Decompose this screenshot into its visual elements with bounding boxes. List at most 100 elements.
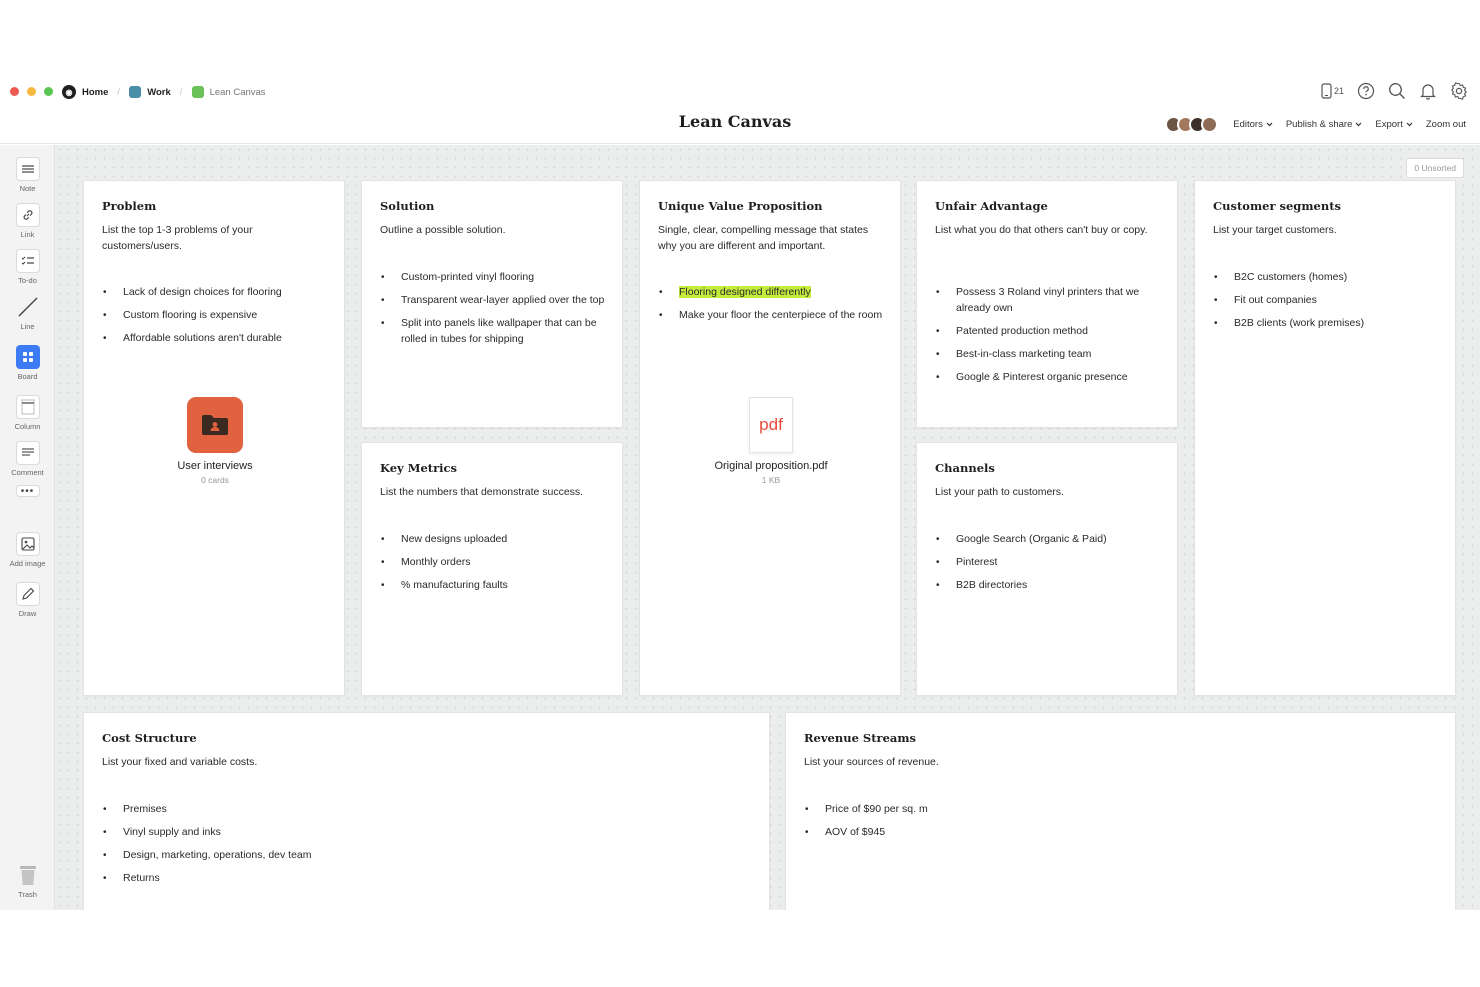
list-item: Patented production method [935, 324, 1163, 340]
list-item: Monthly orders [380, 555, 608, 571]
breadcrumb-separator: / [117, 86, 121, 98]
tool-note[interactable]: Note [0, 157, 55, 193]
list-item: B2B directories [935, 578, 1163, 594]
pencil-icon [15, 582, 40, 606]
card-revenue-streams[interactable]: Revenue Streams List your sources of rev… [785, 712, 1456, 910]
list-item: Possess 3 Roland vinyl printers that we … [935, 285, 1163, 316]
device-count: 21 [1333, 86, 1344, 96]
card-cost-structure[interactable]: Cost Structure List your fixed and varia… [83, 712, 770, 910]
list-item: New designs uploaded [380, 532, 608, 548]
list-item: % manufacturing faults [380, 578, 608, 594]
tool-column[interactable]: Column [0, 395, 55, 431]
trash-button[interactable]: Trash [0, 863, 55, 899]
card-solution[interactable]: Solution Outline a possible solution. Cu… [361, 180, 623, 428]
lean-canvas-board-icon [191, 86, 204, 98]
tool-board[interactable]: Board [0, 345, 55, 381]
list-item: Custom-printed vinyl flooring [380, 270, 608, 286]
breadcrumb-current-label: Lean Canvas [209, 86, 266, 98]
card-list: Possess 3 Roland vinyl printers that we … [935, 285, 1163, 393]
tool-link[interactable]: Link [0, 203, 55, 239]
publish-share-dropdown[interactable]: Publish & share [1286, 119, 1363, 130]
trash-icon [16, 863, 40, 887]
minimize-window-button[interactable] [27, 87, 36, 96]
link-icon [15, 203, 40, 227]
card-title: Unique Value Proposition [658, 199, 823, 213]
line-icon [16, 295, 40, 319]
tool-link-label: Link [20, 230, 35, 239]
card-unfair-advantage[interactable]: Unfair Advantage List what you do that o… [916, 180, 1178, 428]
more-tools-button[interactable]: ••• [0, 485, 55, 497]
help-button[interactable] [1357, 82, 1375, 100]
card-title: Channels [935, 461, 995, 475]
list-item: Vinyl supply and inks [102, 825, 755, 841]
tool-comment-label: Comment [11, 468, 44, 477]
tool-sidebar: Note Link To-do Line Board Column Commen… [0, 145, 55, 910]
card-customer-segments[interactable]: Customer segments List your target custo… [1194, 180, 1456, 696]
tool-add-image[interactable]: Add image [0, 532, 55, 568]
tool-todo-label: To-do [18, 276, 37, 285]
chevron-down-icon [1355, 122, 1362, 127]
export-label: Export [1375, 119, 1403, 130]
tool-note-label: Note [19, 184, 36, 193]
list-item: Pinterest [935, 555, 1163, 571]
card-description: Single, clear, compelling message that s… [658, 224, 869, 252]
card-list: Google Search (Organic & Paid) Pinterest… [935, 532, 1163, 601]
tool-draw-label: Draw [18, 609, 37, 618]
unsorted-button[interactable]: 0 Unsorted [1406, 158, 1464, 178]
card-problem[interactable]: Problem List the top 1-3 problems of you… [83, 180, 345, 696]
pdf-file-icon: pdf [749, 397, 793, 453]
zoom-out-button[interactable]: Zoom out [1426, 119, 1466, 130]
export-dropdown[interactable]: Export [1375, 119, 1413, 130]
breadcrumb-work[interactable]: Work [129, 86, 171, 98]
top-icons: 21 [1321, 82, 1468, 100]
card-list: Custom-printed vinyl flooring Transparen… [380, 270, 608, 355]
tool-board-label: Board [17, 372, 38, 381]
card-description: List the numbers that demonstrate succes… [380, 486, 584, 498]
maximize-window-button[interactable] [44, 87, 53, 96]
tool-draw[interactable]: Draw [0, 582, 55, 618]
collaborator-avatars[interactable] [1165, 116, 1219, 133]
card-title: Unfair Advantage [935, 199, 1048, 213]
more-icon: ••• [15, 485, 40, 497]
tool-add-image-label: Add image [9, 559, 46, 568]
card-description: List what you do that others can't buy o… [935, 224, 1148, 236]
search-icon [1389, 83, 1405, 99]
user-interviews-board[interactable]: User interviews 0 cards [84, 397, 346, 485]
board-icon [15, 345, 40, 369]
devices-button[interactable]: 21 [1321, 83, 1344, 99]
breadcrumb-current[interactable]: Lean Canvas [191, 86, 266, 98]
todo-icon [15, 249, 40, 273]
note-icon [15, 157, 40, 181]
card-channels[interactable]: Channels List your path to customers. Go… [916, 442, 1178, 696]
zoom-label: Zoom out [1425, 119, 1466, 130]
card-list: Premises Vinyl supply and inks Design, m… [102, 802, 755, 894]
card-list: B2C customers (homes) Fit out companies … [1213, 270, 1441, 339]
card-key-metrics[interactable]: Key Metrics List the numbers that demons… [361, 442, 623, 696]
tool-todo[interactable]: To-do [0, 249, 55, 285]
breadcrumb: ◉ Home / Work / Lean Canvas [62, 85, 266, 99]
card-title: Cost Structure [102, 731, 197, 745]
pdf-attachment[interactable]: pdf Original proposition.pdf 1 KB [640, 397, 902, 485]
tool-column-label: Column [14, 422, 41, 431]
card-unique-value-proposition[interactable]: Unique Value Proposition Single, clear, … [639, 180, 901, 696]
settings-button[interactable] [1450, 82, 1468, 100]
list-item: AOV of $945 [804, 825, 1441, 841]
card-title: Problem [102, 199, 157, 213]
editors-dropdown[interactable]: Editors [1233, 119, 1273, 130]
breadcrumb-work-label: Work [147, 86, 171, 98]
attachment-title: Original proposition.pdf [714, 460, 828, 472]
close-window-button[interactable] [10, 87, 19, 96]
tool-line[interactable]: Line [0, 295, 55, 331]
notifications-button[interactable] [1419, 82, 1437, 100]
list-item: B2B clients (work premises) [1213, 316, 1441, 332]
attachment-subtitle: 0 cards [201, 475, 229, 485]
column-icon [15, 395, 40, 419]
card-description: Outline a possible solution. [380, 224, 506, 236]
card-title: Revenue Streams [804, 731, 917, 745]
card-description: List the top 1-3 problems of your custom… [102, 224, 253, 252]
window-controls [10, 87, 53, 96]
search-button[interactable] [1388, 82, 1406, 100]
breadcrumb-home[interactable]: ◉ Home [62, 85, 108, 99]
highlighted-text: Flooring designed differently [679, 286, 811, 298]
tool-comment[interactable]: Comment [0, 441, 55, 477]
